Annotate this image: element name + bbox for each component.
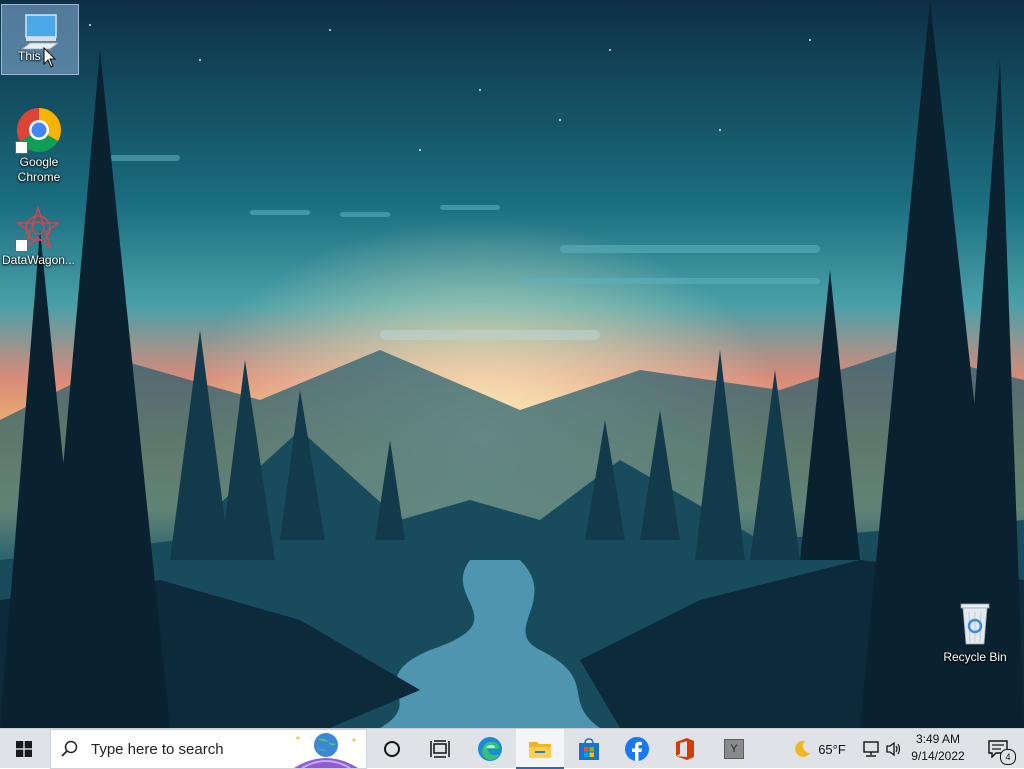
- clock-time: 3:49 AM: [915, 732, 961, 746]
- desktop-icon-recycle-bin[interactable]: Recycle Bin: [937, 600, 1013, 665]
- search-highlight-globe-icon: [294, 733, 358, 768]
- y-app-label: Y: [730, 743, 738, 755]
- weather-widget[interactable]: 65°F: [786, 729, 852, 769]
- taskbar-app-office[interactable]: [661, 729, 709, 769]
- cortana-button[interactable]: [368, 729, 416, 769]
- volume-button[interactable]: [883, 729, 905, 769]
- mouse-cursor-icon: [43, 47, 57, 68]
- shortcut-arrow-icon: [15, 141, 28, 154]
- volume-icon: [886, 741, 901, 757]
- search-placeholder: Type here to search: [91, 740, 224, 758]
- desktop-icon-label: Google Chrome: [17, 155, 61, 184]
- desktop-icon-this-pc[interactable]: This: [1, 4, 79, 75]
- desktop-icon-label: DataWagon...: [2, 253, 75, 267]
- search-icon: [61, 740, 78, 757]
- file-explorer-icon: [529, 742, 551, 758]
- network-icon: [863, 741, 879, 757]
- moon-icon: [795, 740, 811, 757]
- taskbar-app-store[interactable]: [565, 729, 613, 769]
- desktop-icon-label: This: [18, 49, 41, 63]
- taskbar-app-file-explorer[interactable]: [516, 729, 564, 769]
- edge-icon: [478, 737, 502, 761]
- office-icon: [676, 738, 694, 760]
- taskbar-app-edge[interactable]: [466, 729, 514, 769]
- clock-button[interactable]: 3:49 AM 9/14/2022: [904, 731, 972, 767]
- store-icon: [579, 738, 599, 760]
- windows-logo-icon: [16, 741, 32, 757]
- facebook-icon: [625, 737, 649, 761]
- taskbar-app-facebook[interactable]: [613, 729, 661, 769]
- taskbar-app-y[interactable]: Y: [710, 729, 758, 769]
- y-app-icon: Y: [724, 739, 744, 759]
- shortcut-arrow-icon: [15, 239, 28, 252]
- network-button[interactable]: [860, 729, 882, 769]
- desktop-icon-google-chrome[interactable]: Google Chrome: [1, 107, 77, 185]
- taskbar-search-box[interactable]: Type here to search: [50, 729, 367, 769]
- cortana-circle-icon: [384, 741, 400, 757]
- start-button[interactable]: [0, 729, 48, 769]
- weather-temperature: 65°F: [818, 741, 846, 757]
- recycle-bin-icon: [960, 603, 990, 645]
- action-center-button[interactable]: 4: [978, 729, 1018, 769]
- taskbar: Type here to search Y 65°F 3:49 AM 9/14/…: [0, 728, 1024, 769]
- desktop-icon-datawagon[interactable]: DataWagon...: [0, 205, 76, 268]
- task-view-button[interactable]: [416, 729, 464, 769]
- clock-date: 9/14/2022: [911, 749, 965, 763]
- task-view-icon: [430, 740, 450, 758]
- desktop-wallpaper: [0, 0, 1024, 728]
- desktop-icon-label: Recycle Bin: [943, 650, 1007, 664]
- notification-count-badge: 4: [1000, 749, 1016, 765]
